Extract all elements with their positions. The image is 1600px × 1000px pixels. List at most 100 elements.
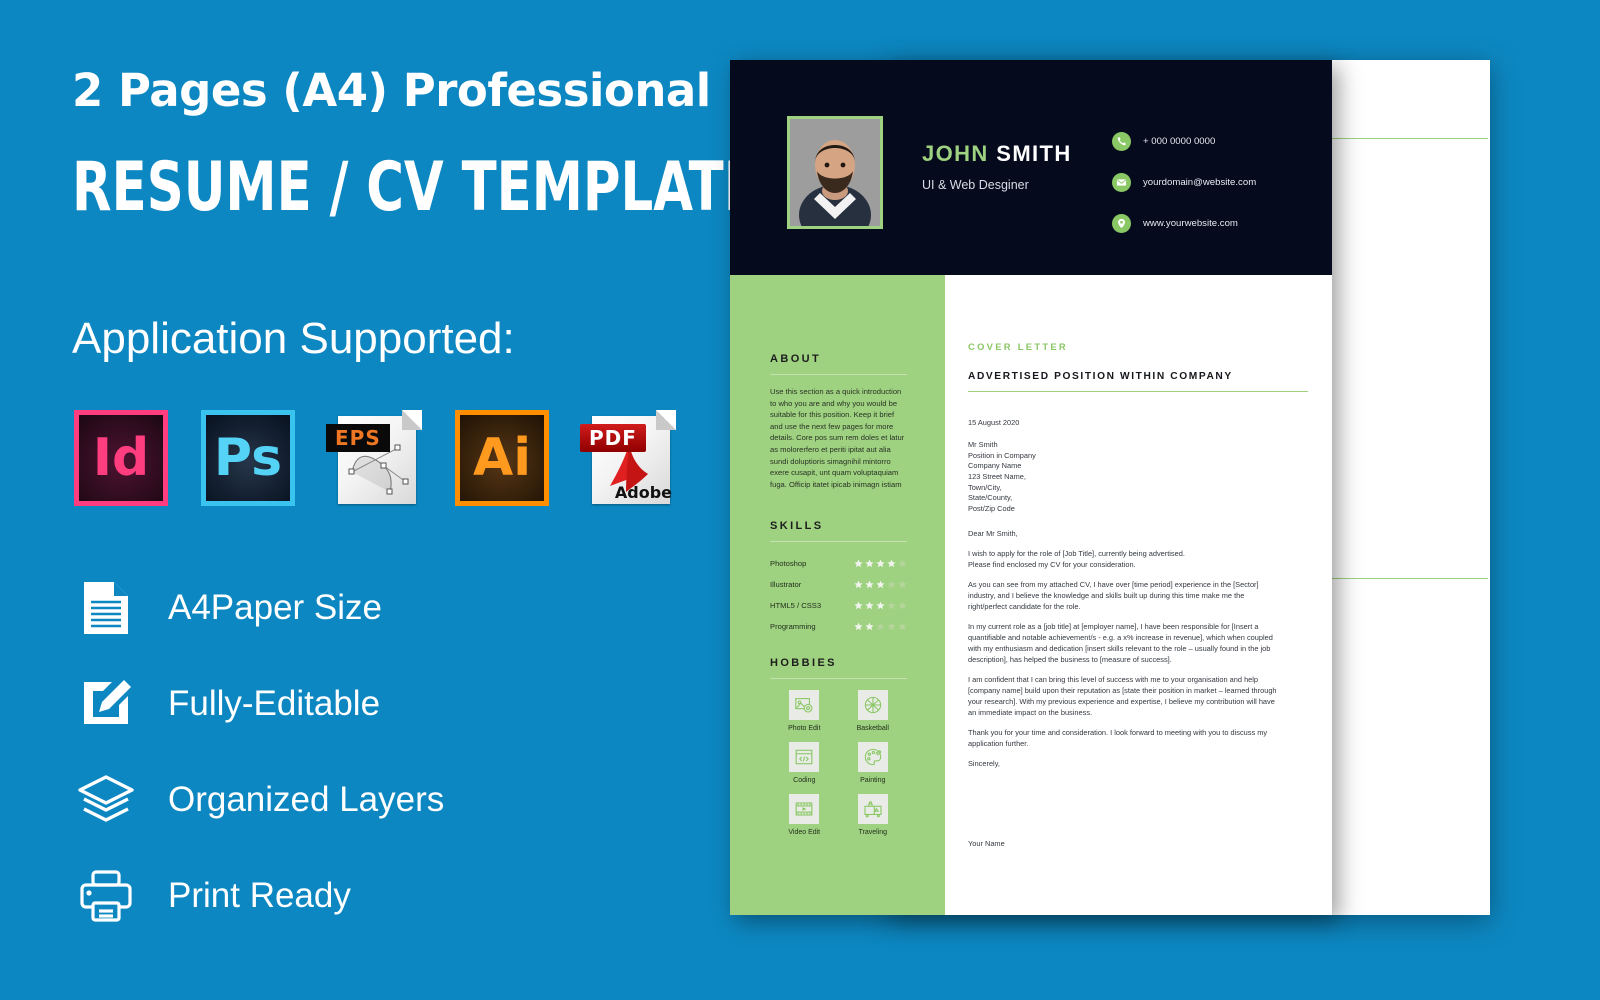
hobby-item-video-edit: Video Edit xyxy=(770,794,839,836)
feature-item-organized-layers: Organized Layers xyxy=(76,752,444,848)
letter-line: application further. xyxy=(968,739,1029,749)
letter-paragraph: As you can see from my attached CV, I ha… xyxy=(968,579,1308,612)
star-empty-icon xyxy=(887,580,896,589)
cover-letter-label: COVER LETTER xyxy=(968,341,1068,352)
feature-item-print-ready: Print Ready xyxy=(76,848,444,944)
feature-item-a4-paper-size: A4Paper Size xyxy=(76,560,444,656)
printer-icon xyxy=(76,866,136,926)
skill-rating xyxy=(854,580,907,589)
contact-text: + 000 0000 0000 xyxy=(1143,136,1216,147)
pdf-label: PDF xyxy=(580,424,646,452)
code-window-icon xyxy=(789,742,820,772)
eps-file-icon: EPS xyxy=(326,410,422,506)
star-filled-icon xyxy=(876,580,885,589)
photoshop-glyph: Ps xyxy=(213,428,283,488)
hobby-label: Coding xyxy=(793,777,816,784)
cover-letter-panel: COVER LETTER ADVERTISED POSITION WITHIN … xyxy=(945,275,1332,915)
hobby-item-basketball: Basketball xyxy=(839,690,908,732)
document-icon xyxy=(76,578,136,638)
resume-header: JOHN SMITH UI & Web Desginer + 000 0000 … xyxy=(730,60,1332,275)
hobbies-grid: Photo Edit Basketball Coding Painting Vi… xyxy=(770,690,907,836)
feature-label: A4Paper Size xyxy=(168,588,383,627)
feature-label: Fully-Editable xyxy=(168,684,381,723)
skill-row: HTML5 / CSS3 xyxy=(770,595,907,616)
star-empty-icon xyxy=(898,559,907,568)
letter-paragraph: Thank you for your time and consideratio… xyxy=(968,727,1308,749)
skill-name: Programming xyxy=(770,622,816,631)
contact-list: + 000 0000 0000 yourdomain@website.com w… xyxy=(1112,126,1256,249)
location-pin-icon xyxy=(1112,214,1131,233)
address-line: Company Name xyxy=(968,461,1022,471)
star-empty-icon xyxy=(887,601,896,610)
letter-line: As you can see from my attached CV, I ha… xyxy=(968,580,1259,590)
contact-phone[interactable]: + 000 0000 0000 xyxy=(1112,126,1256,157)
skill-rating xyxy=(854,559,907,568)
star-filled-icon xyxy=(876,601,885,610)
avatar xyxy=(787,116,883,229)
letter-line: quantifiable and notable achievement/s -… xyxy=(968,633,1273,643)
skill-name: HTML5 / CSS3 xyxy=(770,601,822,610)
salutation: Dear Mr Smith, xyxy=(968,529,1018,539)
indesign-glyph: Id xyxy=(92,428,150,488)
illustrator-icon: Ai xyxy=(455,410,549,506)
feature-label: Print Ready xyxy=(168,876,351,915)
divider xyxy=(770,678,907,679)
indesign-icon: Id xyxy=(74,410,168,506)
address-line: 123 Street Name, xyxy=(968,471,1026,481)
skill-row: Programming xyxy=(770,616,907,637)
star-filled-icon xyxy=(865,601,874,610)
letter-line: right/perfect candidate for the role. xyxy=(968,602,1081,612)
hobby-item-traveling: Traveling xyxy=(839,794,908,836)
skill-rating xyxy=(854,601,907,610)
contact-website[interactable]: www.yourwebsite.com xyxy=(1112,208,1256,239)
photoshop-icon: Ps xyxy=(201,410,295,506)
about-text: Use this section as a quick introduction… xyxy=(770,387,905,489)
about-section: ABOUT Use this section as a quick introd… xyxy=(770,353,907,490)
contact-email[interactable]: yourdomain@website.com xyxy=(1112,167,1256,198)
letter-line: I wish to apply for the role of [Job Tit… xyxy=(968,549,1185,559)
hobby-item-painting: Painting xyxy=(839,742,908,784)
letter-line: your research]. With my previous experie… xyxy=(968,697,1275,707)
letter-line: with my enthusiasm and dedication [inser… xyxy=(968,644,1271,654)
letter-line: Please find enclosed my CV for your cons… xyxy=(968,560,1136,570)
letter-line: [company name] build upon their reputati… xyxy=(968,686,1277,696)
star-empty-icon xyxy=(898,601,907,610)
letter-paragraph: In my current role as a [job title] at [… xyxy=(968,621,1308,665)
hobby-label: Basketball xyxy=(856,725,889,732)
letter-line: Thank you for your time and consideratio… xyxy=(968,728,1268,738)
about-title: ABOUT xyxy=(770,353,822,365)
phone-icon xyxy=(1112,132,1131,151)
skills-title: SKILLS xyxy=(770,520,824,532)
star-empty-icon xyxy=(876,622,885,631)
photo-edit-icon xyxy=(789,690,820,720)
divider xyxy=(770,374,907,375)
skill-row: Illustrator xyxy=(770,574,907,595)
star-filled-icon xyxy=(854,580,863,589)
feature-list: A4Paper Size Fully-Editable Organized La… xyxy=(76,560,444,944)
resume-preview: osition and the responsibilities you des… xyxy=(730,60,1490,915)
letter-paragraph: I wish to apply for the role of [Job Tit… xyxy=(968,548,1308,570)
layers-icon xyxy=(76,770,136,830)
letter-closing: Sincerely, xyxy=(968,759,1000,769)
skills-section: SKILLS Photoshop Illustrator HTML5 / CSS3 P… xyxy=(770,520,907,637)
star-filled-icon xyxy=(865,559,874,568)
promo-panel: 2 Pages (A4) Professional RESUME / CV TE… xyxy=(0,0,759,1000)
hobby-item-photo-edit: Photo Edit xyxy=(770,690,839,732)
divider xyxy=(770,541,907,542)
envelope-icon xyxy=(1112,173,1131,192)
illustrator-glyph: Ai xyxy=(472,428,532,488)
letter-line: industry, and I believe the knowledge an… xyxy=(968,591,1245,601)
cover-letter-subject: ADVERTISED POSITION WITHIN COMPANY xyxy=(968,371,1233,382)
skills-list: Photoshop Illustrator HTML5 / CSS3 Programm… xyxy=(770,553,907,637)
star-filled-icon xyxy=(865,580,874,589)
luggage-icon xyxy=(857,794,888,824)
hobby-label: Painting xyxy=(860,777,886,784)
letter-line: description], has helped the business to… xyxy=(968,655,1172,665)
address-line: Town/City, xyxy=(968,482,1002,492)
address-line: State/County, xyxy=(968,493,1013,503)
signature-name: Your Name xyxy=(968,839,1005,849)
hobby-item-coding: Coding xyxy=(770,742,839,784)
cover-letter-date: 15 August 2020 xyxy=(968,418,1020,428)
eps-label: EPS xyxy=(326,424,390,452)
letter-paragraph: I am confident that I can bring this lev… xyxy=(968,674,1308,718)
